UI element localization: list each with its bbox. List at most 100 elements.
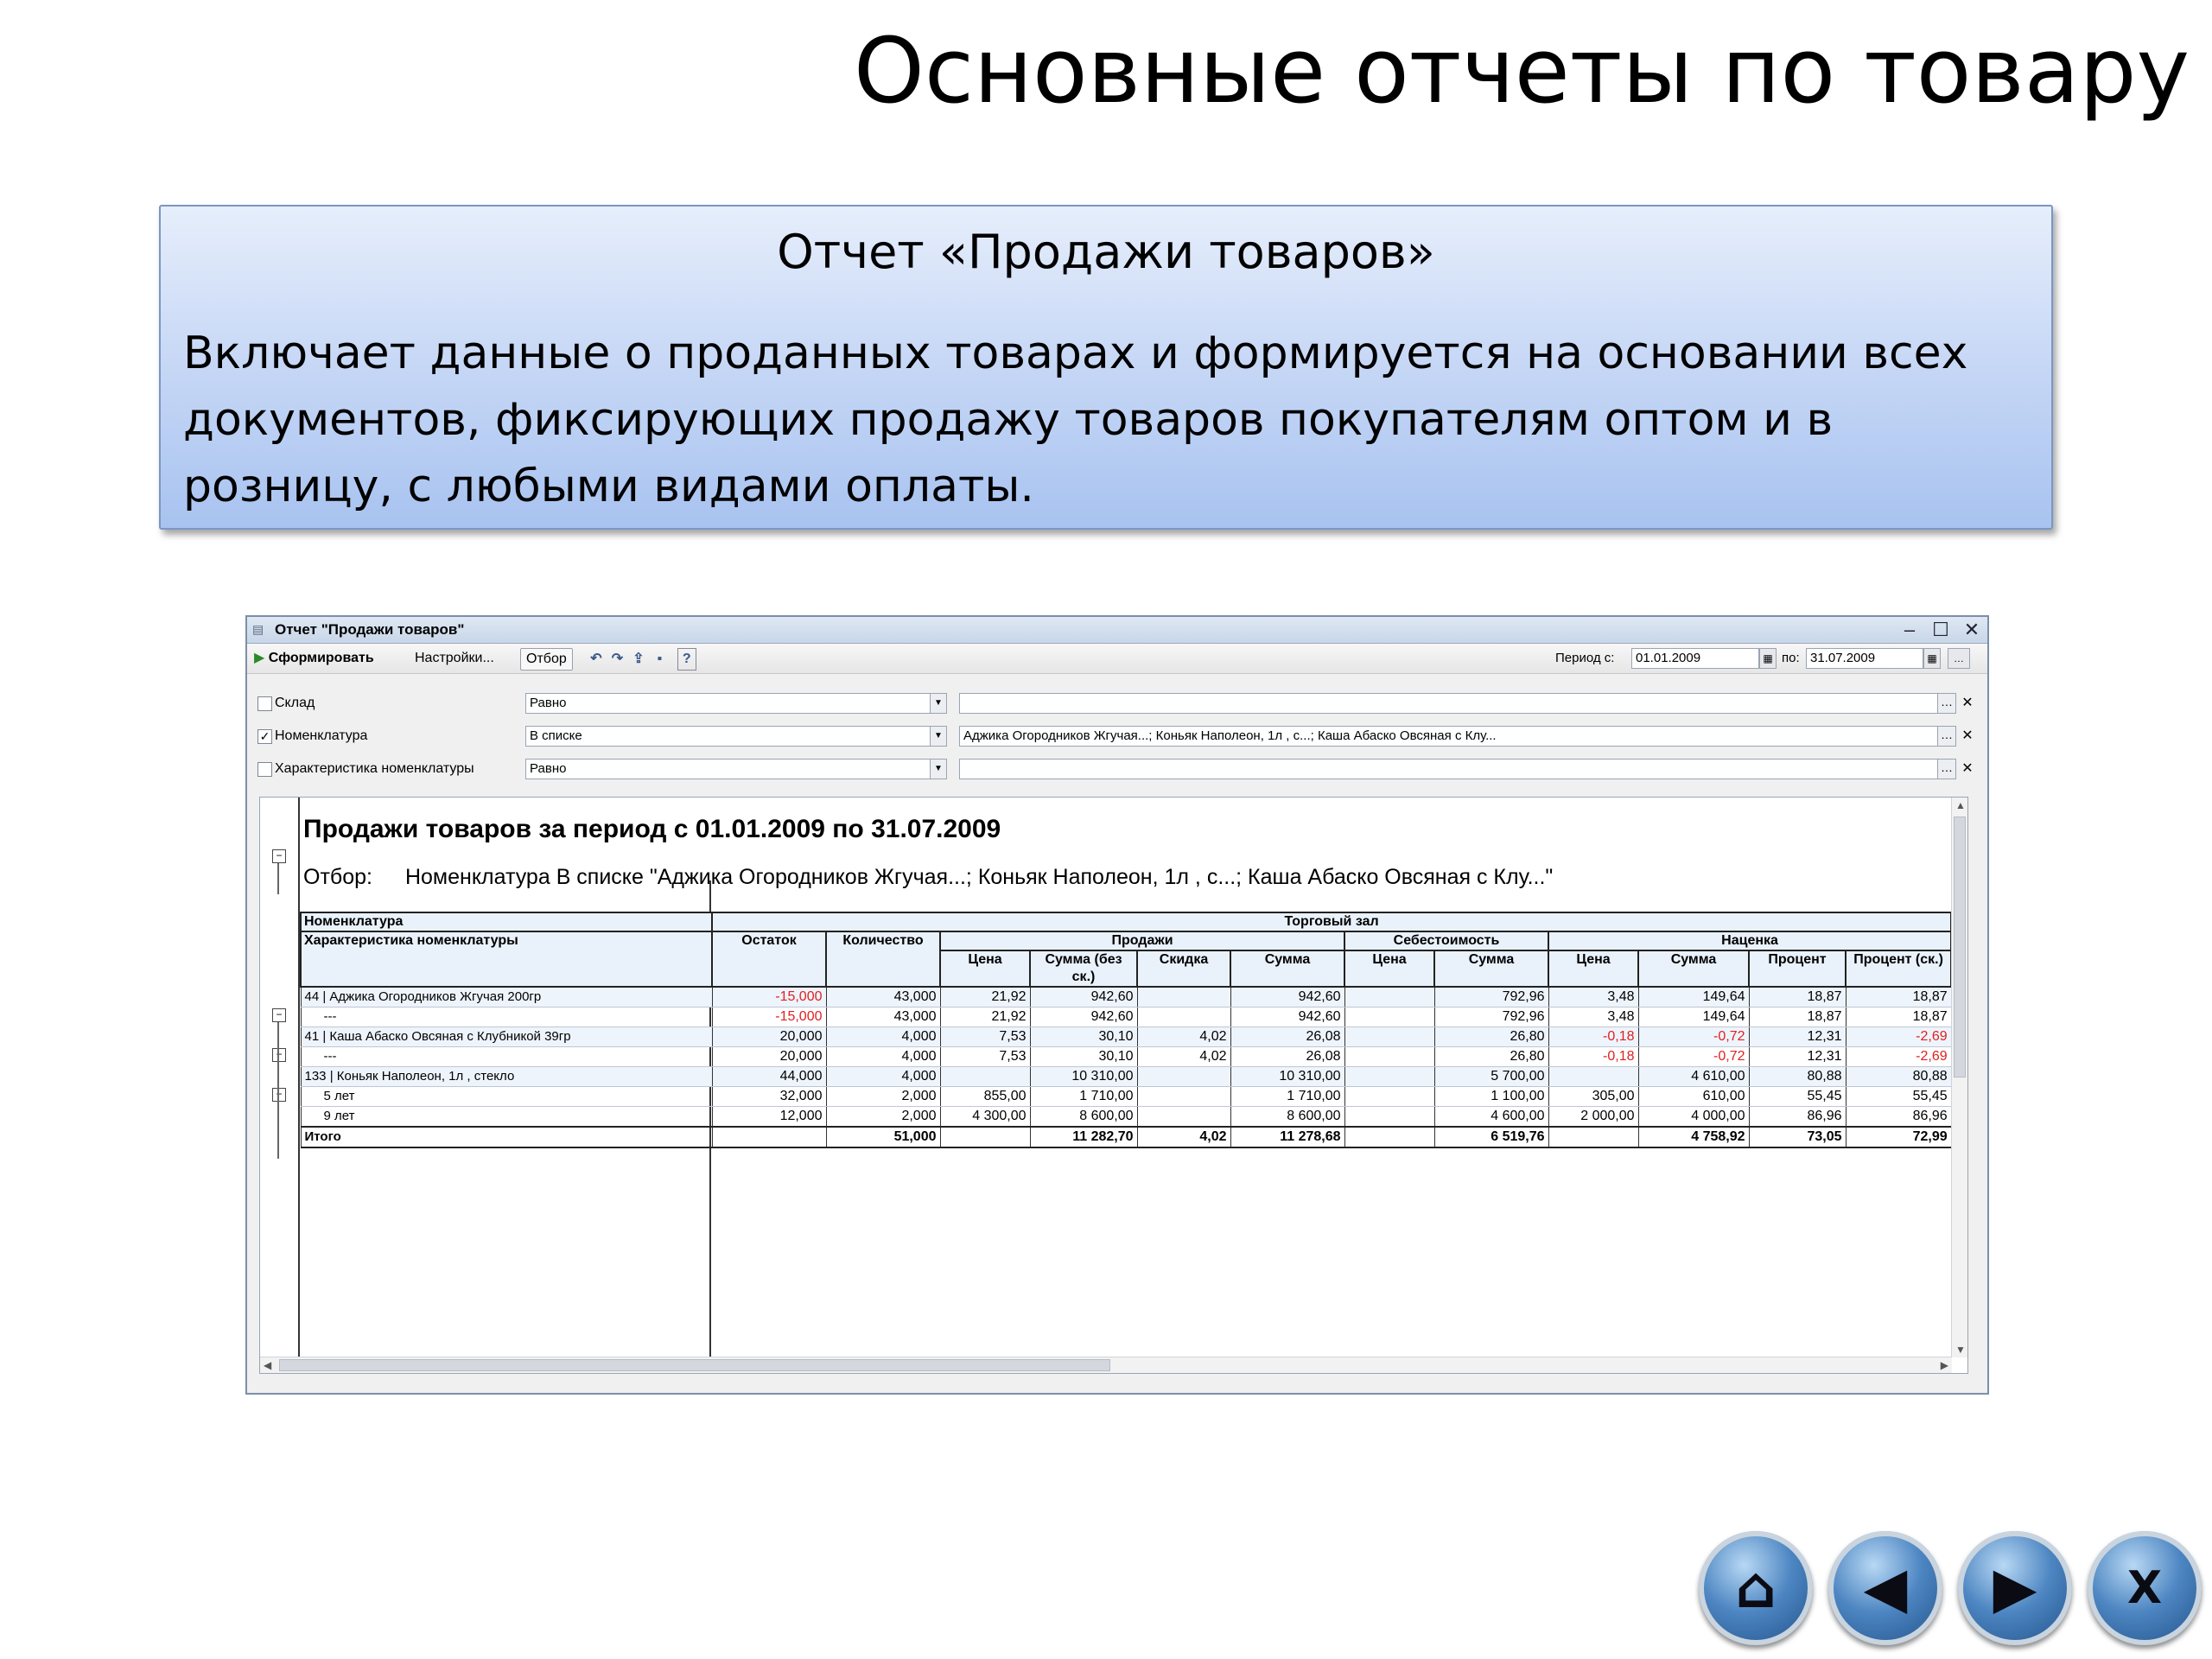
table-row[interactable]: 133 | Коньяк Наполеон, 1л , стекло 44,000… [300, 1066, 1952, 1087]
condition-select[interactable]: Равно ▼ [525, 693, 947, 714]
maximize-icon[interactable]: ☐ [1932, 619, 1949, 641]
filter-checkbox[interactable]: ✓ [257, 729, 272, 744]
chevron-down-icon[interactable]: ▼ [930, 694, 946, 713]
filter-button[interactable]: Отбор [520, 648, 573, 671]
report-filter-value: Номенклатура В списке "Аджика Огороднико… [404, 865, 1554, 889]
condition-select[interactable]: В списке ▼ [525, 726, 947, 747]
group-gutter: − − − − [260, 798, 300, 1357]
clear-icon[interactable]: ✕ [1960, 760, 1975, 778]
table-cell: 18,87 [1845, 1007, 1952, 1027]
table-cell: 26,80 [1433, 1027, 1549, 1047]
export-icon[interactable]: ⇪ [630, 649, 647, 670]
table-cell: 7,53 [939, 1027, 1031, 1047]
table-cell: 12,000 [711, 1106, 827, 1128]
collapse-icon[interactable]: − [272, 1088, 286, 1102]
table-cell [1344, 1086, 1435, 1107]
chevron-down-icon[interactable]: ▼ [930, 760, 946, 779]
report-window: ▤ Отчет "Продажи товаров" – ☐ ✕ ▶ Сформи… [245, 615, 1989, 1395]
table-cell: 86,96 [1845, 1106, 1952, 1128]
calendar-icon[interactable]: ▦ [1923, 648, 1941, 669]
scroll-right-icon[interactable]: ▶ [1941, 1359, 1948, 1371]
scroll-down-icon[interactable]: ▼ [1955, 1344, 1966, 1356]
table-cell: 12,31 [1748, 1027, 1847, 1047]
table-row[interactable]: 9 лет 12,000 2,000 4 300,00 8 600,00 8 600,00… [300, 1106, 1952, 1128]
filter-value-field[interactable]: … [959, 759, 1956, 779]
more-icon[interactable]: … [1937, 727, 1955, 746]
scroll-thumb[interactable] [279, 1359, 1110, 1371]
table-cell: 21,92 [939, 987, 1031, 1007]
table-cell: 1 710,00 [1029, 1086, 1138, 1107]
minimize-icon[interactable]: – [1901, 619, 1918, 641]
header-sum-no-discount: Сумма (без ск.) [1029, 950, 1138, 988]
collapse-icon[interactable]: − [272, 849, 286, 863]
close-icon: X [2126, 1562, 2163, 1614]
header-percent: Процент [1748, 950, 1847, 988]
table-row[interactable]: 41 | Каша Абаско Овсяная с Клубникой 39г… [300, 1027, 1952, 1047]
table-cell: 18,87 [1748, 1007, 1847, 1027]
table-cell [1136, 1106, 1231, 1128]
filter-value-field[interactable]: … [959, 693, 1956, 714]
table-row[interactable]: 44 | Аджика Огородников Жгучая 200гр -15,… [300, 987, 1952, 1007]
horizontal-scrollbar[interactable]: ◀ ▶ [260, 1357, 1952, 1373]
vertical-scrollbar[interactable]: ▲ ▼ [1951, 798, 1967, 1357]
table-row[interactable]: --- -15,000 43,000 21,92 942,60 942,60 792,96 3… [300, 1007, 1952, 1027]
filter-checkbox[interactable] [257, 696, 272, 711]
header-cost: Себестоимость [1344, 931, 1549, 951]
close-button[interactable]: X [2088, 1531, 2202, 1645]
table-cell: -0,72 [1637, 1046, 1750, 1067]
info-heading: Отчет «Продажи товаров» [777, 225, 1435, 279]
table-cell: -15,000 [711, 987, 827, 1007]
table-cell: 26,80 [1433, 1046, 1549, 1067]
table-row[interactable]: 5 лет 32,000 2,000 855,00 1 710,00 1 710,00 1 … [300, 1086, 1952, 1107]
clear-icon[interactable]: ✕ [1960, 695, 1975, 712]
table-cell: -2,69 [1845, 1027, 1952, 1047]
table-cell: 86,96 [1748, 1106, 1847, 1128]
generate-button[interactable]: ▶ Сформировать [254, 648, 374, 669]
table-cell: 20,000 [711, 1027, 827, 1047]
window-titlebar[interactable]: ▤ Отчет "Продажи товаров" – ☐ ✕ [247, 617, 1987, 644]
more-icon[interactable]: … [1937, 694, 1955, 713]
close-icon[interactable]: ✕ [1963, 619, 1980, 641]
forward-button[interactable]: ▶ [1958, 1531, 2072, 1645]
redo-icon[interactable]: ↷ [608, 649, 626, 670]
condition-select[interactable]: Равно ▼ [525, 759, 947, 779]
header-price: Цена [939, 950, 1031, 988]
chevron-down-icon[interactable]: ▼ [930, 727, 946, 746]
table-cell: 2,000 [825, 1106, 941, 1128]
table-cell: 942,60 [1230, 987, 1345, 1007]
table-cell: 4,000 [825, 1046, 941, 1067]
home-button[interactable]: ⌂ [1699, 1531, 1813, 1645]
save-icon[interactable]: ▪ [651, 649, 668, 670]
more-icon[interactable]: … [1948, 648, 1970, 669]
filter-value-field[interactable]: Аджика Огородников Жгучая...; Коньяк Нап… [959, 726, 1956, 747]
scroll-left-icon[interactable]: ◀ [264, 1359, 271, 1371]
table-cell: 30,10 [1029, 1027, 1138, 1047]
header-sales: Продажи [939, 931, 1345, 951]
collapse-icon[interactable]: − [272, 1048, 286, 1062]
total-row[interactable]: Итого 51,000 11 282,70 4,02 11 278,68 6 519,7… [300, 1126, 1952, 1148]
scroll-up-icon[interactable]: ▲ [1955, 799, 1966, 811]
settings-button[interactable]: Настройки... [415, 648, 494, 669]
table-cell: 18,87 [1845, 987, 1952, 1007]
clear-icon[interactable]: ✕ [1960, 728, 1975, 745]
undo-icon[interactable]: ↶ [588, 649, 605, 670]
table-cell: 10 310,00 [1230, 1066, 1345, 1087]
period-from-input[interactable]: 01.01.2009 [1631, 648, 1759, 669]
back-button[interactable]: ◀ [1828, 1531, 1942, 1645]
collapse-icon[interactable]: − [272, 1008, 286, 1022]
table-row[interactable]: --- 20,000 4,000 7,53 30,10 4,02 26,08 26,80 -0,… [300, 1046, 1952, 1067]
table-cell: 305,00 [1548, 1086, 1639, 1107]
help-icon[interactable]: ? [677, 648, 696, 671]
calendar-icon[interactable]: ▦ [1759, 648, 1777, 669]
table-cell: 72,99 [1845, 1126, 1952, 1148]
table-cell: 5 700,00 [1433, 1066, 1549, 1087]
table-cell: 942,60 [1029, 987, 1138, 1007]
filter-checkbox[interactable] [257, 762, 272, 777]
table-cell [1136, 1007, 1231, 1027]
period-to-input[interactable]: 31.07.2009 [1806, 648, 1923, 669]
table-cell: 3,48 [1548, 1007, 1639, 1027]
more-icon[interactable]: … [1937, 760, 1955, 779]
scroll-thumb[interactable] [1954, 817, 1966, 1077]
table-cell: 149,64 [1637, 1007, 1750, 1027]
table-cell: 73,05 [1748, 1126, 1847, 1148]
